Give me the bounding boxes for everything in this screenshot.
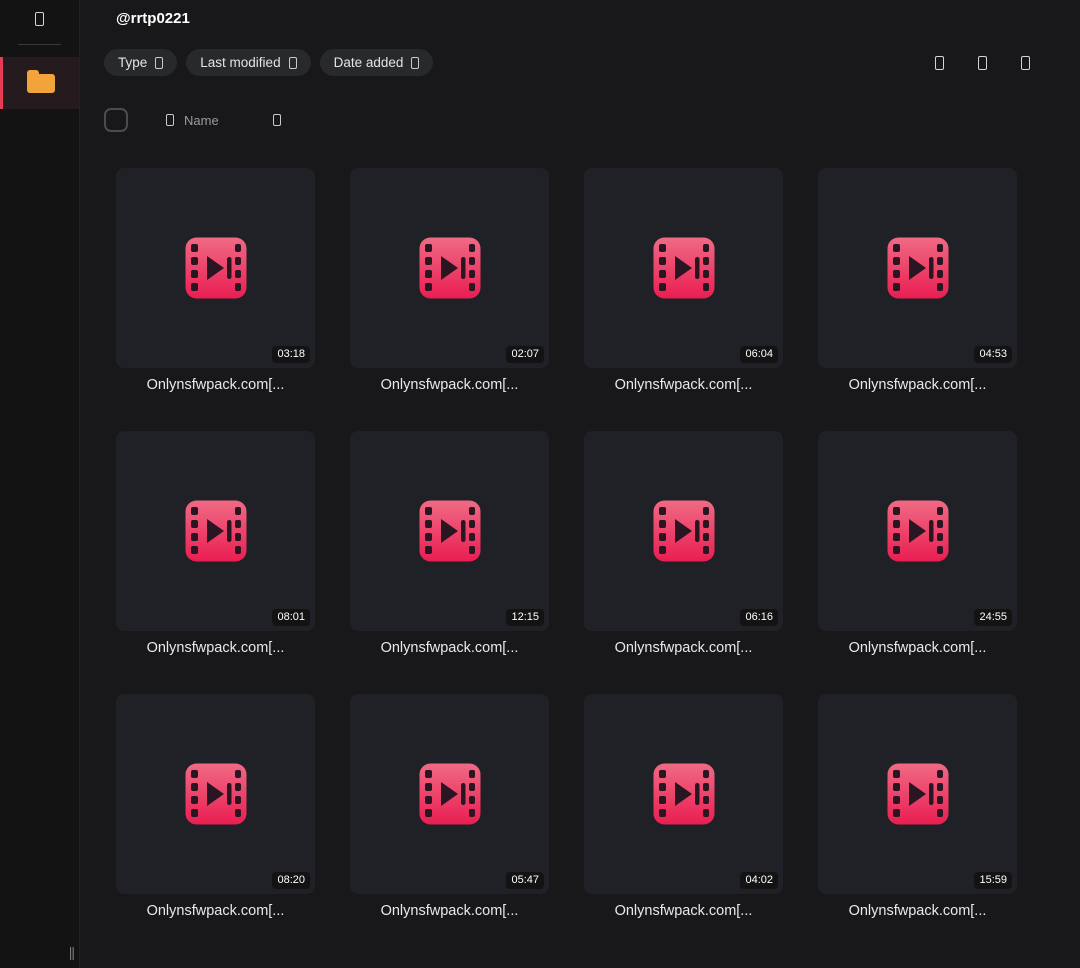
- file-card[interactable]: 12:15: [350, 431, 549, 631]
- filter-chips: Type Last modified Date added: [104, 49, 434, 76]
- video-file-icon: [184, 499, 248, 563]
- toolbar-icon-1[interactable]: [935, 55, 944, 70]
- file-card[interactable]: 03:18: [116, 168, 315, 368]
- file-item[interactable]: 06:04 Onlynsfwpack.com[...: [584, 168, 783, 393]
- duration-badge: 06:16: [740, 609, 778, 626]
- file-name[interactable]: Onlynsfwpack.com[...: [350, 903, 549, 919]
- file-item[interactable]: 04:53 Onlynsfwpack.com[...: [818, 168, 1017, 393]
- filter-date-added-chip[interactable]: Date added: [319, 49, 434, 76]
- duration-badge: 02:07: [506, 346, 544, 363]
- main-content: @rrtp0221 Type Last modified Date added …: [80, 0, 1080, 968]
- filter-last-modified-label: Last modified: [200, 55, 281, 70]
- file-name[interactable]: Onlynsfwpack.com[...: [818, 640, 1017, 656]
- chevron-down-icon: [411, 56, 420, 69]
- name-column-label[interactable]: Name: [184, 113, 219, 128]
- duration-badge: 15:59: [974, 872, 1012, 889]
- file-item[interactable]: 03:18 Onlynsfwpack.com[...: [116, 168, 315, 393]
- chevron-down-icon: [155, 56, 164, 69]
- video-file-icon: [418, 762, 482, 826]
- file-item[interactable]: 08:01 Onlynsfwpack.com[...: [116, 431, 315, 656]
- toolbar-icon-2[interactable]: [978, 55, 987, 70]
- filter-type-label: Type: [118, 55, 148, 70]
- duration-badge: 12:15: [506, 609, 544, 626]
- file-name[interactable]: Onlynsfwpack.com[...: [584, 903, 783, 919]
- file-name[interactable]: Onlynsfwpack.com[...: [818, 377, 1017, 393]
- file-item[interactable]: 08:20 Onlynsfwpack.com[...: [116, 694, 315, 919]
- duration-badge: 24:55: [974, 609, 1012, 626]
- video-file-icon: [652, 762, 716, 826]
- duration-badge: 03:18: [272, 346, 310, 363]
- toolbar: [935, 55, 1030, 70]
- filter-last-modified-chip[interactable]: Last modified: [186, 49, 311, 76]
- file-card[interactable]: 24:55: [818, 431, 1017, 631]
- video-file-icon: [418, 499, 482, 563]
- app-menu-icon[interactable]: [35, 12, 44, 26]
- video-file-icon: [184, 236, 248, 300]
- duration-badge: 06:04: [740, 346, 778, 363]
- duration-badge: 08:01: [272, 609, 310, 626]
- video-file-icon: [886, 762, 950, 826]
- file-card[interactable]: 08:20: [116, 694, 315, 894]
- video-file-icon: [886, 236, 950, 300]
- file-name[interactable]: Onlynsfwpack.com[...: [116, 640, 315, 656]
- file-item[interactable]: 04:02 Onlynsfwpack.com[...: [584, 694, 783, 919]
- duration-badge: 05:47: [506, 872, 544, 889]
- file-item[interactable]: 06:16 Onlynsfwpack.com[...: [584, 431, 783, 656]
- file-name[interactable]: Onlynsfwpack.com[...: [350, 640, 549, 656]
- file-name[interactable]: Onlynsfwpack.com[...: [584, 640, 783, 656]
- file-name[interactable]: Onlynsfwpack.com[...: [116, 377, 315, 393]
- file-name[interactable]: Onlynsfwpack.com[...: [584, 377, 783, 393]
- sidebar-resize-handle[interactable]: ||: [69, 944, 75, 960]
- file-grid: 03:18 Onlynsfwpack.com[... 02:07 Onlynsf…: [116, 168, 1032, 919]
- select-all-checkbox[interactable]: [104, 108, 128, 132]
- sidebar-divider: [18, 44, 61, 45]
- list-header: Name: [104, 108, 1032, 132]
- file-item[interactable]: 02:07 Onlynsfwpack.com[...: [350, 168, 549, 393]
- file-card[interactable]: 04:53: [818, 168, 1017, 368]
- name-sort-icon[interactable]: [166, 114, 174, 126]
- file-item[interactable]: 12:15 Onlynsfwpack.com[...: [350, 431, 549, 656]
- file-card[interactable]: 05:47: [350, 694, 549, 894]
- video-file-icon: [652, 499, 716, 563]
- filter-date-added-label: Date added: [333, 55, 404, 70]
- folder-icon: [27, 69, 55, 93]
- video-file-icon: [418, 236, 482, 300]
- filter-type-chip[interactable]: Type: [104, 49, 178, 76]
- duration-badge: 08:20: [272, 872, 310, 889]
- file-name[interactable]: Onlynsfwpack.com[...: [818, 903, 1017, 919]
- file-item[interactable]: 15:59 Onlynsfwpack.com[...: [818, 694, 1017, 919]
- sidebar-item-folder[interactable]: [0, 57, 79, 109]
- toolbar-icon-3[interactable]: [1021, 55, 1030, 70]
- file-name[interactable]: Onlynsfwpack.com[...: [350, 377, 549, 393]
- file-name[interactable]: Onlynsfwpack.com[...: [116, 903, 315, 919]
- file-card[interactable]: 06:04: [584, 168, 783, 368]
- file-card[interactable]: 02:07: [350, 168, 549, 368]
- video-file-icon: [184, 762, 248, 826]
- duration-badge: 04:02: [740, 872, 778, 889]
- duration-badge: 04:53: [974, 346, 1012, 363]
- sidebar: ||: [0, 0, 80, 968]
- chevron-down-icon: [288, 56, 297, 69]
- file-item[interactable]: 05:47 Onlynsfwpack.com[...: [350, 694, 549, 919]
- video-file-icon: [652, 236, 716, 300]
- page-title: @rrtp0221: [116, 10, 190, 27]
- video-file-icon: [886, 499, 950, 563]
- file-card[interactable]: 04:02: [584, 694, 783, 894]
- file-card[interactable]: 15:59: [818, 694, 1017, 894]
- file-card[interactable]: 08:01: [116, 431, 315, 631]
- list-options-icon[interactable]: [272, 114, 281, 126]
- file-card[interactable]: 06:16: [584, 431, 783, 631]
- file-item[interactable]: 24:55 Onlynsfwpack.com[...: [818, 431, 1017, 656]
